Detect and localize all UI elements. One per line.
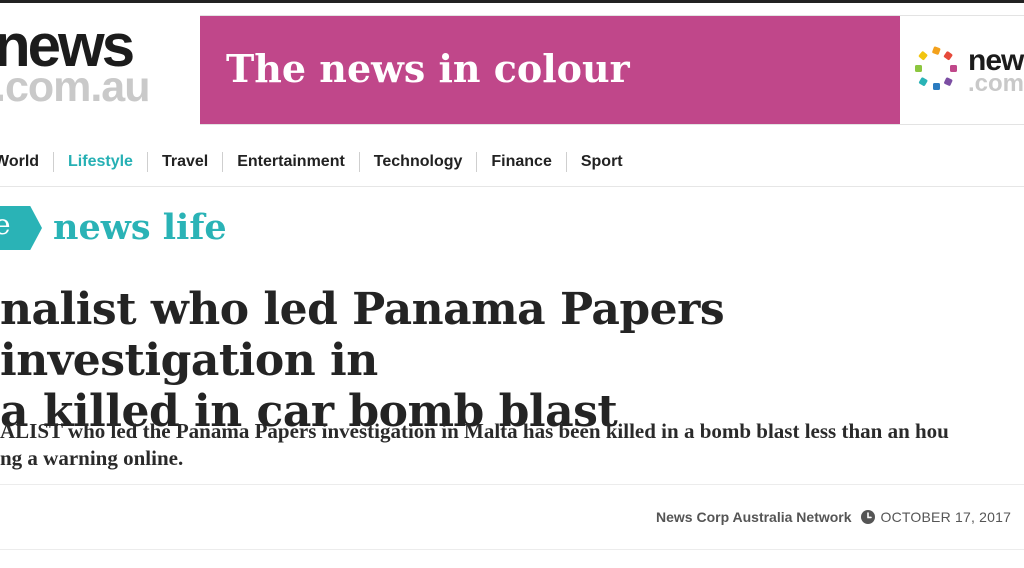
banner-ad[interactable]: The news in colour new .com xyxy=(200,15,1024,125)
nav-item-sport[interactable]: Sport xyxy=(567,152,637,172)
nav-divider xyxy=(0,186,1024,187)
standfirst-line-1: ALIST who led the Panama Papers investig… xyxy=(0,419,949,443)
nav-item-world[interactable]: World xyxy=(0,152,55,172)
banner-text: The news in colour xyxy=(226,46,630,91)
banner-pink-panel: The news in colour xyxy=(200,16,900,124)
publish-date: OCTOBER 17, 2017 xyxy=(880,509,1012,525)
nav-item-travel[interactable]: Travel xyxy=(148,152,224,172)
clock-icon xyxy=(860,510,875,524)
nav-item-technology[interactable]: Technology xyxy=(360,152,478,172)
byline-divider xyxy=(0,549,1024,550)
nav-item-entertainment[interactable]: Entertainment xyxy=(223,152,360,172)
site-logo[interactable]: news .com.au xyxy=(0,0,200,130)
banner-logo-domain: .com xyxy=(968,70,1024,97)
article-headline: nalist who led Panama Papers investigati… xyxy=(0,284,1018,437)
headline-line-1: nalist who led Panama Papers investigati… xyxy=(0,284,725,386)
nav-item-lifestyle[interactable]: Lifestyle xyxy=(54,152,148,172)
nav-item-finance[interactable]: Finance xyxy=(477,152,567,172)
logo-domain: .com.au xyxy=(0,63,150,111)
content-divider xyxy=(0,484,1024,485)
colour-dots-icon xyxy=(915,46,957,90)
main-nav: World Lifestyle Travel Entertainment Tec… xyxy=(0,149,637,175)
article-standfirst: ALIST who led the Panama Papers investig… xyxy=(0,418,1024,472)
author-name[interactable]: News Corp Australia Network xyxy=(656,509,852,525)
section-tag-letter: e xyxy=(0,208,11,241)
banner-logo: new .com xyxy=(910,44,1024,96)
standfirst-line-2: ng a warning online. xyxy=(0,446,184,470)
section-title: news life xyxy=(53,207,227,248)
byline: News Corp Australia Network OCTOBER 17, … xyxy=(656,507,1011,527)
